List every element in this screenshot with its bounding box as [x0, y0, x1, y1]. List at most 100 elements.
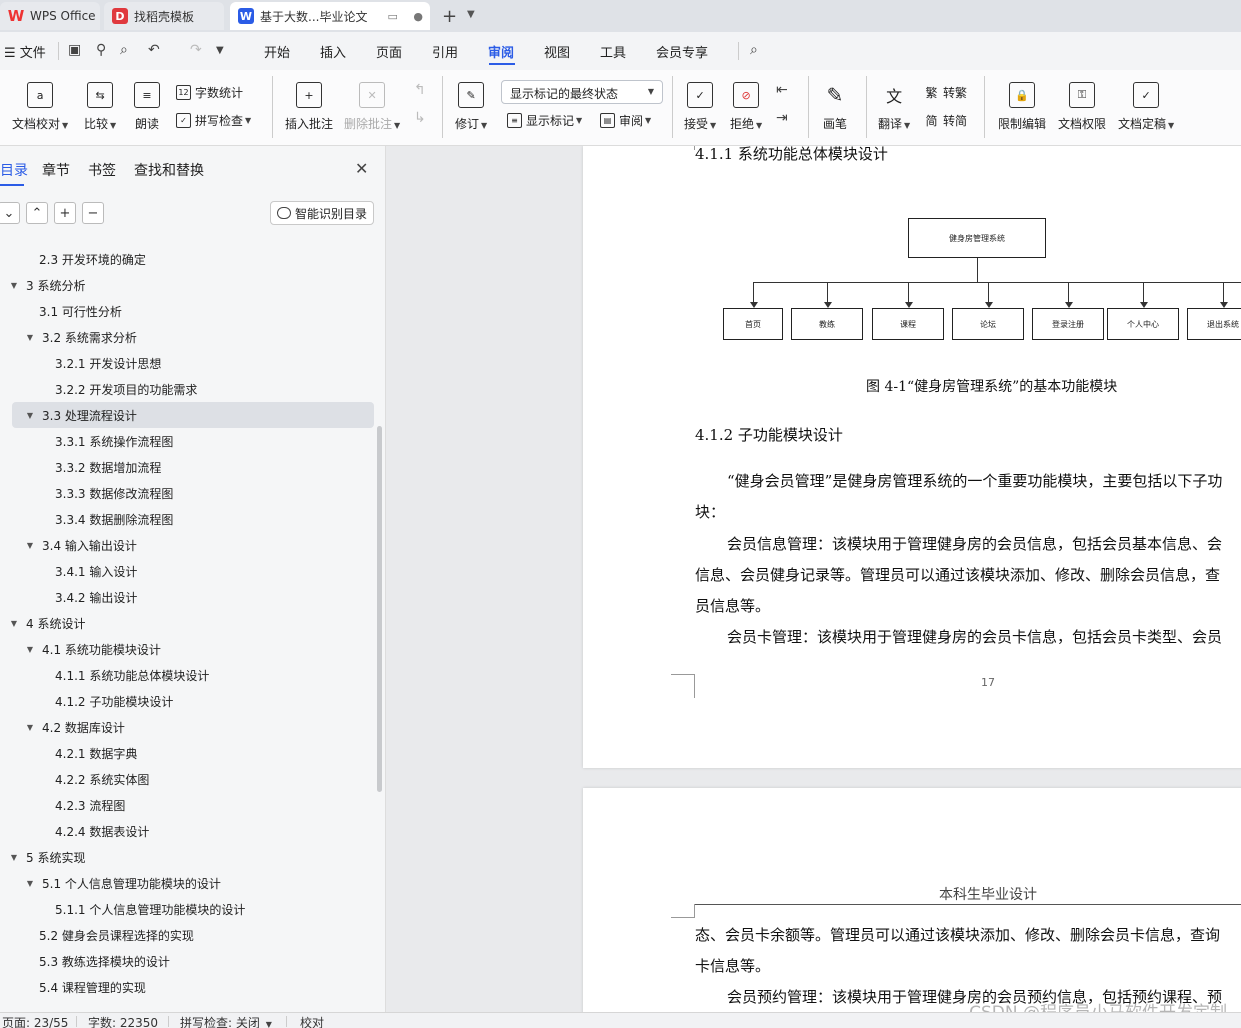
tab-status-icon[interactable]: ▭ ●	[387, 10, 429, 23]
to-traditional-button[interactable]: 繁 转繁	[924, 84, 967, 101]
toc-item[interactable]: ▼ 4.2 数据库设计	[24, 714, 125, 740]
expand-arrow-icon[interactable]: ▼	[8, 619, 20, 628]
expand-arrow-icon[interactable]: ▼	[24, 723, 36, 732]
toc-item[interactable]: 4.2.4 数据表设计	[55, 818, 149, 844]
undo-icon[interactable]: ↶	[148, 42, 160, 58]
word-count-button[interactable]: 12 字数统计	[176, 84, 243, 101]
expand-arrow-icon[interactable]: ▼	[24, 411, 36, 420]
toc-item[interactable]: 3.3.3 数据修改流程图	[55, 480, 173, 506]
toc-item[interactable]: 4.2.3 流程图	[55, 792, 125, 818]
ink-pen-button[interactable]: ✎ 画笔	[822, 82, 848, 132]
menu-tools[interactable]: 工具	[600, 42, 626, 61]
toc-item[interactable]: ▼ 3 系统分析	[8, 272, 86, 298]
toc-item[interactable]: 4.1.2 子功能模块设计	[55, 688, 173, 714]
delete-comment-button[interactable]: ✕ 删除批注 ▼	[344, 82, 400, 132]
track-changes-button[interactable]: ✎ 修订 ▼	[455, 82, 487, 132]
expand-arrow-icon[interactable]: ▼	[24, 333, 36, 342]
menu-reference[interactable]: 引用	[432, 42, 458, 61]
previous-change-icon[interactable]: ⇤	[776, 82, 788, 98]
tab-template[interactable]: D 找稻壳模板	[104, 2, 224, 30]
reject-button[interactable]: ⊘ 拒绝 ▼	[730, 82, 762, 132]
menu-home[interactable]: 开始	[264, 42, 290, 61]
expand-arrow-icon[interactable]: ▼	[8, 853, 20, 862]
print-preview-icon[interactable]: ⌕	[120, 42, 128, 58]
to-simplified-button[interactable]: 简 转简	[924, 112, 967, 129]
toc-item[interactable]: 3.3.1 系统操作流程图	[55, 428, 173, 454]
toc-item[interactable]: 5.1.1 个人信息管理功能模块的设计	[55, 896, 245, 922]
document-area[interactable]: 4.1.1 系统功能总体模块设计 健身房管理系统 首页 教练 课程 论坛 登录注册 个人中…	[387, 146, 1241, 1012]
redo-icon[interactable]: ↷	[190, 42, 202, 58]
toc-item[interactable]: 5.3 教练选择模块的设计	[39, 948, 170, 974]
accept-button[interactable]: ✓ 接受 ▼	[684, 82, 716, 132]
nav-tab-find-replace[interactable]: 查找和替换	[134, 160, 204, 180]
menu-page[interactable]: 页面	[376, 42, 402, 61]
toc-item[interactable]: 4.1.1 系统功能总体模块设计	[55, 662, 209, 688]
close-icon[interactable]: ✕	[355, 159, 368, 178]
expand-arrow-icon[interactable]: ▼	[8, 281, 20, 290]
proofread-button[interactable]: a 文档校对 ▼	[12, 82, 68, 132]
document-page[interactable]: 本科生毕业设计 态、会员卡余额等。管理员可以通过该模块添加、修改、删除会员卡信息…	[583, 788, 1241, 1012]
toc-item[interactable]: 3.2.2 开发项目的功能需求	[55, 376, 197, 402]
toc-item[interactable]: 5.2 健身会员课程选择的实现	[39, 922, 194, 948]
read-aloud-button[interactable]: ≡ 朗读	[134, 82, 160, 132]
proofread-status[interactable]: 校对	[300, 1014, 324, 1028]
toc-item[interactable]: ▼ 3.3 处理流程设计	[12, 402, 374, 428]
nav-tab-toc[interactable]: 目录	[0, 160, 28, 180]
tab-document[interactable]: W 基于大数...毕业论文 ▭ ●	[230, 2, 430, 30]
next-change-icon[interactable]: ⇥	[776, 110, 788, 126]
toc-item[interactable]: 3.4.1 输入设计	[55, 558, 137, 584]
add-heading-button[interactable]: +	[54, 202, 76, 224]
document-permission-button[interactable]: ⚿ 文档权限	[1058, 82, 1106, 132]
word-count-indicator[interactable]: 字数: 22350	[88, 1014, 158, 1028]
review-pane-button[interactable]: ▤ 审阅 ▼	[600, 112, 651, 129]
toc-item[interactable]: ▼ 3.2 系统需求分析	[24, 324, 137, 350]
spell-check-status[interactable]: 拼写检查: 关闭 ▼	[180, 1014, 272, 1028]
move-up-button[interactable]: ⌃	[26, 202, 48, 224]
toc-item[interactable]: ▼ 4.1 系统功能模块设计	[24, 636, 161, 662]
toc-item[interactable]: 3.4.2 输出设计	[55, 584, 137, 610]
toc-item[interactable]: ▼ 5.1 个人信息管理功能模块的设计	[24, 870, 221, 896]
file-menu[interactable]: ☰ 文件	[4, 42, 46, 61]
expand-arrow-icon[interactable]: ▼	[24, 645, 36, 654]
menu-insert[interactable]: 插入	[320, 42, 346, 61]
previous-comment-icon[interactable]: ↰	[414, 82, 426, 98]
menu-review[interactable]: 审阅	[488, 42, 514, 61]
menu-view[interactable]: 视图	[544, 42, 570, 61]
toc-item[interactable]: 3.1 可行性分析	[39, 298, 122, 324]
toc-item[interactable]: 3.3.2 数据增加流程	[55, 454, 161, 480]
new-tab-button[interactable]: +	[442, 6, 457, 27]
toc-item[interactable]: ▼ 3.4 输入输出设计	[24, 532, 137, 558]
tab-wps-office[interactable]: W WPS Office	[0, 2, 100, 30]
finalize-document-button[interactable]: ✓ 文档定稿 ▼	[1118, 82, 1174, 132]
toc-item[interactable]: 3.2.1 开发设计思想	[55, 350, 161, 376]
nav-tab-chapter[interactable]: 章节	[42, 160, 70, 180]
search-icon[interactable]: ⌕	[750, 42, 758, 58]
show-markup-button[interactable]: ≡ 显示标记 ▼	[507, 112, 582, 129]
expand-arrow-icon[interactable]: ▼	[24, 541, 36, 550]
toc-item[interactable]: ▼ 5 系统实现	[8, 844, 86, 870]
save-icon[interactable]: ▣	[68, 42, 81, 58]
spell-check-button[interactable]: ✓ 拼写检查 ▼	[176, 112, 251, 129]
insert-comment-button[interactable]: + 插入批注	[285, 82, 333, 132]
smart-toc-button[interactable]: 智能识别目录	[270, 201, 374, 225]
toc-item[interactable]: ▼ 4 系统设计	[8, 610, 86, 636]
toc-item[interactable]: 5.4 课程管理的实现	[39, 974, 146, 1000]
toc-scrollbar[interactable]	[377, 426, 382, 792]
chevron-down-icon[interactable]: ▼	[467, 9, 475, 20]
toc-item[interactable]: 4.2.1 数据字典	[55, 740, 137, 766]
compare-button[interactable]: ⇆ 比较 ▼	[84, 82, 116, 132]
toc-item[interactable]: 2.3 开发环境的确定	[39, 246, 146, 272]
page-indicator[interactable]: 页面: 23/55	[2, 1014, 68, 1028]
translate-button[interactable]: 文 翻译 ▼	[878, 82, 910, 132]
restrict-editing-button[interactable]: 🔒 限制编辑	[998, 82, 1046, 132]
toc-item[interactable]: 4.2.2 系统实体图	[55, 766, 149, 792]
menu-member[interactable]: 会员专享	[656, 42, 708, 61]
collapse-all-button[interactable]: ⌄	[0, 202, 20, 224]
nav-tab-bookmark[interactable]: 书签	[88, 160, 116, 180]
quick-access-chevron-icon[interactable]: ▼	[216, 45, 224, 56]
remove-heading-button[interactable]: −	[82, 202, 104, 224]
document-page[interactable]: 4.1.1 系统功能总体模块设计 健身房管理系统 首页 教练 课程 论坛 登录注册 个人中…	[583, 146, 1241, 768]
share-icon[interactable]: ⚲	[96, 42, 106, 58]
next-comment-icon[interactable]: ↳	[414, 110, 426, 126]
expand-arrow-icon[interactable]: ▼	[24, 879, 36, 888]
